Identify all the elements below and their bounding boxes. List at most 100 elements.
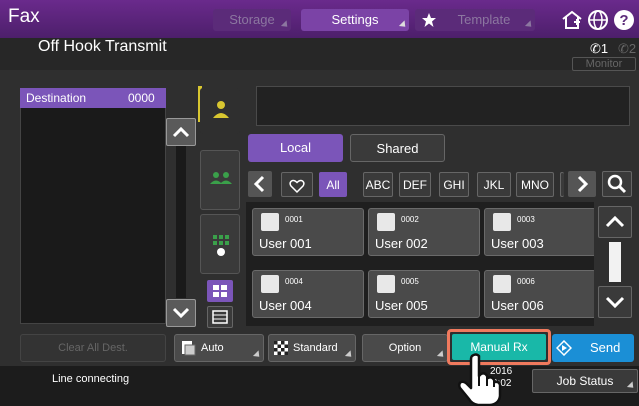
index-def-button[interactable]: DEF bbox=[399, 172, 431, 197]
fax-icon bbox=[493, 275, 511, 293]
clear-all-destinations-button[interactable]: Clear All Dest. bbox=[20, 334, 166, 362]
standard-button[interactable]: Standard bbox=[268, 334, 356, 362]
tab-template-arrow-icon bbox=[524, 20, 535, 30]
fax-icon bbox=[377, 213, 395, 231]
address-id: 0005 bbox=[401, 277, 419, 286]
address-id: 0002 bbox=[401, 215, 419, 224]
line2-indicator: ✆2 bbox=[618, 41, 636, 57]
fax-icon bbox=[493, 213, 511, 231]
svg-text:?: ? bbox=[619, 12, 628, 29]
keypad-tab[interactable] bbox=[200, 214, 240, 274]
mode-title: Off Hook Transmit bbox=[38, 38, 167, 55]
grid-view-icon bbox=[213, 285, 227, 297]
address-card[interactable]: 0004 User 004 bbox=[252, 270, 364, 318]
list-view-button[interactable] bbox=[207, 306, 233, 328]
favorites-button[interactable] bbox=[281, 172, 313, 197]
tab-settings-label: Settings bbox=[331, 12, 379, 27]
app-title: Fax bbox=[8, 6, 40, 27]
tab-storage-label: Storage bbox=[229, 12, 275, 27]
option-arrow-icon bbox=[436, 350, 447, 360]
address-card[interactable]: 0006 User 006 bbox=[484, 270, 594, 318]
shared-button[interactable]: Shared bbox=[350, 134, 445, 162]
search-icon bbox=[607, 174, 627, 194]
grid-scroll-down-button[interactable] bbox=[598, 286, 632, 318]
document-icon bbox=[182, 341, 196, 356]
address-id: 0006 bbox=[517, 277, 535, 286]
line2-label: 2 bbox=[628, 41, 637, 56]
checker-icon bbox=[274, 341, 288, 355]
chevron-left-icon bbox=[253, 175, 265, 193]
group-tab[interactable] bbox=[200, 150, 240, 210]
dest-scroll-track[interactable] bbox=[176, 146, 186, 298]
index-next-button[interactable] bbox=[568, 171, 596, 197]
tab-template-label: Template bbox=[457, 12, 511, 27]
destination-list[interactable] bbox=[20, 88, 166, 324]
tab-settings[interactable]: Settings bbox=[301, 9, 409, 31]
chevron-down-icon bbox=[172, 307, 190, 319]
person-icon bbox=[213, 101, 229, 118]
list-view-icon bbox=[212, 310, 228, 324]
heart-icon bbox=[289, 179, 305, 194]
grid-scroll-up-button[interactable] bbox=[598, 206, 632, 238]
address-id: 0001 bbox=[285, 215, 303, 224]
job-status-label: Job Status bbox=[556, 374, 614, 388]
auto-arrow-icon bbox=[252, 350, 263, 360]
dest-scroll-down-button[interactable] bbox=[166, 299, 196, 327]
chevron-right-icon bbox=[577, 175, 589, 193]
chevron-up-icon bbox=[605, 215, 625, 228]
address-name: User 004 bbox=[259, 298, 312, 313]
index-prev-button[interactable] bbox=[248, 171, 272, 197]
phone-icon: ✆ bbox=[590, 41, 601, 56]
fax-icon bbox=[261, 213, 279, 231]
chevron-down-icon bbox=[605, 296, 625, 309]
index-jkl-button[interactable]: JKL bbox=[477, 172, 511, 197]
search-result-field[interactable] bbox=[256, 86, 630, 126]
line1-label: 1 bbox=[600, 41, 609, 56]
globe-icon[interactable] bbox=[586, 8, 610, 32]
address-name: User 003 bbox=[491, 236, 544, 251]
destination-label: Destination bbox=[26, 91, 87, 105]
send-label: Send bbox=[590, 340, 621, 355]
pointer-hand-icon bbox=[452, 352, 504, 406]
option-label: Option bbox=[388, 342, 422, 354]
grid-scroll-thumb[interactable] bbox=[609, 242, 621, 282]
chevron-up-icon bbox=[172, 126, 190, 138]
address-card[interactable]: 0003 User 003 bbox=[484, 208, 594, 256]
tab-settings-arrow-icon bbox=[398, 20, 409, 30]
index-all-button[interactable]: All bbox=[319, 172, 347, 197]
index-mno-button[interactable]: MNO bbox=[516, 172, 554, 197]
index-abc-button[interactable]: ABC bbox=[363, 172, 393, 197]
job-status-button[interactable]: Job Status bbox=[532, 369, 638, 393]
fax-icon bbox=[261, 275, 279, 293]
send-button[interactable]: Send bbox=[552, 334, 634, 362]
address-grid: 0001 User 001 0002 User 002 0003 User 00… bbox=[246, 202, 594, 326]
search-button[interactable] bbox=[602, 171, 632, 197]
job-status-arrow-icon bbox=[626, 381, 637, 391]
local-button[interactable]: Local bbox=[248, 134, 343, 162]
destination-count: 0000 bbox=[128, 91, 155, 105]
tab-template[interactable]: Template bbox=[415, 9, 535, 31]
tab-storage[interactable]: Storage bbox=[213, 9, 291, 31]
keypad-icon bbox=[213, 235, 229, 256]
index-ghi-button[interactable]: GHI bbox=[439, 172, 469, 197]
address-name: User 002 bbox=[375, 236, 428, 251]
address-book-tab[interactable] bbox=[200, 88, 240, 134]
phone-icon-dim: ✆ bbox=[618, 41, 629, 56]
dest-scroll-up-button[interactable] bbox=[166, 118, 196, 146]
option-button[interactable]: Option bbox=[362, 334, 448, 362]
address-card[interactable]: 0005 User 005 bbox=[368, 270, 480, 318]
address-id: 0004 bbox=[285, 277, 303, 286]
auto-button[interactable]: Auto bbox=[174, 334, 264, 362]
address-name: User 001 bbox=[259, 236, 312, 251]
start-icon bbox=[556, 340, 572, 356]
monitor-button[interactable]: Monitor bbox=[572, 57, 636, 71]
grid-view-button[interactable] bbox=[207, 280, 233, 302]
standard-arrow-icon bbox=[344, 350, 355, 360]
status-text: Line connecting bbox=[52, 373, 130, 385]
address-card[interactable]: 0001 User 001 bbox=[252, 208, 364, 256]
group-icon bbox=[210, 172, 232, 184]
address-card[interactable]: 0002 User 002 bbox=[368, 208, 480, 256]
help-icon[interactable]: ? bbox=[612, 8, 636, 32]
home-icon[interactable] bbox=[560, 8, 584, 32]
tab-storage-arrow-icon bbox=[280, 20, 291, 30]
